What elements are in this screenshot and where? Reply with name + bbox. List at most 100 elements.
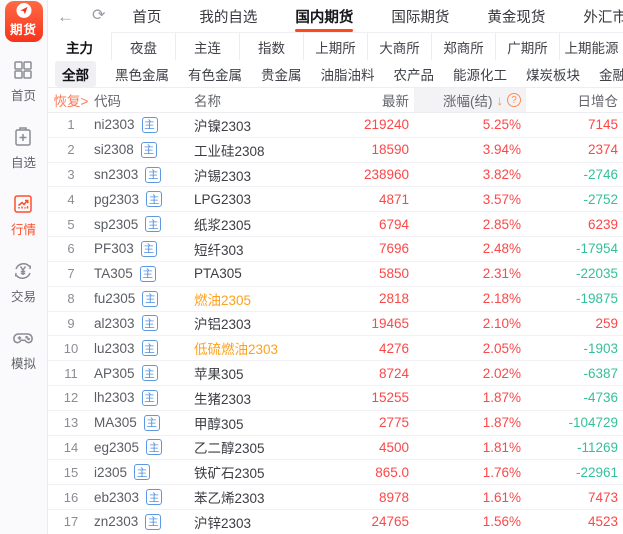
daily-position-change: -6387 [526,366,623,381]
category-tab-金融[interactable]: 金融 [599,64,623,84]
exchange-tab-郑商所[interactable]: 郑商所 [432,32,496,60]
app-logo[interactable]: 期货 [5,1,43,42]
latest-price: 4871 [324,192,414,207]
table-row[interactable]: 9 al2303 主 沪铝2303 19465 2.10% 259 [48,312,623,337]
daily-position-change: -17954 [526,241,623,256]
restore-sort-button[interactable]: 恢复> [48,90,94,110]
column-header-name[interactable]: 名称 [194,90,324,110]
nav-link-国内期货[interactable]: 国内期货 [295,0,353,32]
sidebar-item-watchlist[interactable]: 自选 [11,125,36,171]
contract-code-text: sn2303 [94,167,138,182]
latest-price: 238960 [324,167,414,182]
change-percent: 2.31% [414,266,526,281]
contract-name: 工业硅2308 [194,140,324,160]
contract-code: i2305 主 [94,464,194,480]
table-row[interactable]: 7 TA305 主 PTA305 5850 2.31% -22035 [48,262,623,287]
category-tab-黑色金属[interactable]: 黑色金属 [115,64,169,84]
category-tab-贵金属[interactable]: 贵金属 [261,64,302,84]
table-row[interactable]: 4 pg2303 主 LPG2303 4871 3.57% -2752 [48,187,623,212]
nav-link-外汇市场[interactable]: 外汇市场 [583,0,623,32]
contract-name: 苯乙烯2303 [194,487,324,507]
table-row[interactable]: 8 fu2305 主 燃油2305 2818 2.18% -19875 [48,287,623,312]
category-tab-全部[interactable]: 全部 [55,61,96,87]
change-percent: 2.05% [414,341,526,356]
table-row[interactable]: 10 lu2303 主 低硫燃油2303 4276 2.05% -1903 [48,336,623,361]
main-contract-badge: 主 [142,117,158,133]
nav-link-首页[interactable]: 首页 [132,0,161,32]
table-row[interactable]: 16 eb2303 主 苯乙烯2303 8978 1.61% 7473 [48,485,623,510]
table-row[interactable]: 17 zn2303 主 沪锌2303 24765 1.56% 4523 [48,510,623,534]
contract-name: 沪镍2303 [194,115,324,135]
daily-position-change: -104729 [526,415,623,430]
main-contract-badge: 主 [142,390,158,406]
table-row[interactable]: 15 i2305 主 铁矿石2305 865.0 1.76% -22961 [48,460,623,485]
contract-code: sp2305 主 [94,216,194,232]
row-number: 10 [48,341,94,356]
change-percent: 2.85% [414,217,526,232]
row-number: 1 [48,117,94,132]
row-number: 17 [48,514,94,529]
contract-code-text: MA305 [94,415,137,430]
help-question-icon[interactable]: ? [507,93,521,107]
table-row[interactable]: 12 lh2303 主 生猪2303 15255 1.87% -4736 [48,386,623,411]
exchange-tab-广期所[interactable]: 广期所 [496,32,560,60]
contract-code-text: PF303 [94,241,134,256]
latest-price: 24765 [324,514,414,529]
row-number: 15 [48,465,94,480]
sidebar-item-trade[interactable]: 交易 [11,259,36,305]
main-contract-badge: 主 [141,241,157,257]
sort-desc-icon: ↓ [497,93,504,108]
table-row[interactable]: 3 sn2303 主 沪锡2303 238960 3.82% -2746 [48,163,623,188]
column-header-latest[interactable]: 最新 [324,90,414,110]
top-navigation: ← ⟳ 首页 我的自选 国内期货 国际期货 黄金现货 外汇市场 [48,0,623,32]
table-row[interactable]: 13 MA305 主 甲醇305 2775 1.87% -104729 [48,411,623,436]
exchange-tab-大商所[interactable]: 大商所 [368,32,432,60]
contract-code-text: eb2303 [94,490,139,505]
category-tab-农产品[interactable]: 农产品 [394,64,435,84]
sidebar-item-home[interactable]: 首页 [11,58,36,104]
exchange-tab-主连[interactable]: 主连 [176,32,240,60]
daily-position-change: 6239 [526,217,623,232]
back-arrow-icon[interactable]: ← [57,8,74,25]
exchange-tab-指数[interactable]: 指数 [240,32,304,60]
category-tab-油脂油料[interactable]: 油脂油料 [321,64,375,84]
exchange-tab-夜盘[interactable]: 夜盘 [112,32,176,60]
category-tab-煤炭板块[interactable]: 煤炭板块 [526,64,580,84]
contract-name: 沪锡2303 [194,165,324,185]
sidebar-nav: 首页 自选 行情 [11,58,36,372]
contract-name: 铁矿石2305 [194,462,324,482]
contract-code-text: fu2305 [94,291,135,306]
table-row[interactable]: 6 PF303 主 短纤303 7696 2.48% -17954 [48,237,623,262]
contract-code-text: lu2303 [94,341,135,356]
change-percent: 2.02% [414,366,526,381]
daily-position-change: -22035 [526,266,623,281]
table-row[interactable]: 2 si2308 主 工业硅2308 18590 3.94% 2374 [48,138,623,163]
category-tab-有色金属[interactable]: 有色金属 [188,64,242,84]
change-percent: 2.18% [414,291,526,306]
daily-position-change: -2752 [526,192,623,207]
contract-code-text: ni2303 [94,117,135,132]
exchange-tab-上期所[interactable]: 上期所 [304,32,368,60]
row-number: 12 [48,390,94,405]
top-nav-links: 首页 我的自选 国内期货 国际期货 黄金现货 外汇市场 [132,0,623,32]
exchange-tab-主力[interactable]: 主力 [48,32,112,60]
nav-link-国际期货[interactable]: 国际期货 [391,0,449,32]
column-header-change[interactable]: 涨幅(结) ↓ ? [414,88,526,112]
nav-link-我的自选[interactable]: 我的自选 [199,0,257,32]
category-tab-能源化工[interactable]: 能源化工 [453,64,507,84]
table-row[interactable]: 11 AP305 主 苹果305 8724 2.02% -6387 [48,361,623,386]
contract-name: 苹果305 [194,363,324,383]
table-row[interactable]: 5 sp2305 主 纸浆2305 6794 2.85% 6239 [48,212,623,237]
column-header-position[interactable]: 日增仓 [526,90,623,110]
latest-price: 8724 [324,366,414,381]
refresh-icon[interactable]: ⟳ [92,8,105,24]
exchange-tab-上期能源[interactable]: 上期能源 [560,32,623,60]
main-contract-badge: 主 [142,291,158,307]
column-header-code[interactable]: 代码 [94,90,194,110]
nav-link-黄金现货[interactable]: 黄金现货 [487,0,545,32]
table-row[interactable]: 1 ni2303 主 沪镍2303 219240 5.25% 7145 [48,113,623,138]
sidebar-item-simulate[interactable]: 模拟 [11,326,36,372]
table-row[interactable]: 14 eg2305 主 乙二醇2305 4500 1.81% -11269 [48,436,623,461]
sidebar-item-quotes[interactable]: 行情 [11,192,36,238]
daily-position-change: 2374 [526,142,623,157]
